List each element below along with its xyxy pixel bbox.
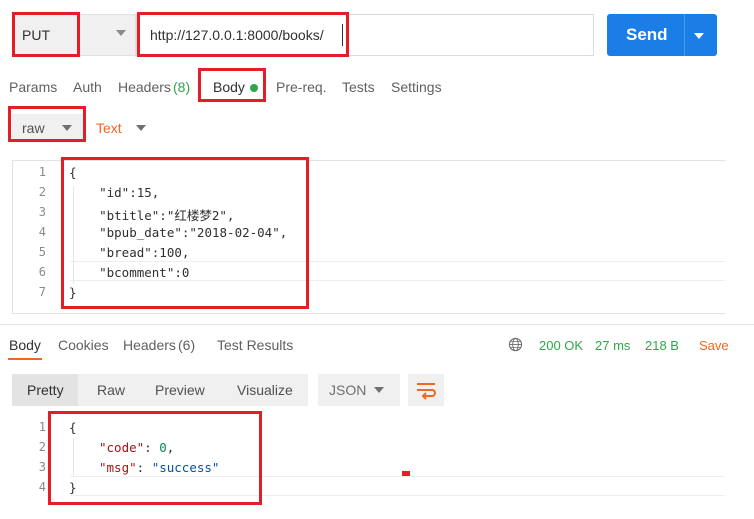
wrap-lines-icon (417, 383, 436, 400)
body-format-select[interactable]: Text (96, 120, 122, 136)
view-raw-button[interactable]: Raw (97, 382, 125, 398)
tab-tests[interactable]: Tests (342, 79, 375, 95)
tab-response-headers[interactable]: Headers (123, 337, 176, 353)
tab-response-body[interactable]: Body (9, 337, 41, 353)
send-divider (684, 14, 685, 56)
send-label: Send (626, 25, 668, 44)
line-number: 4 (38, 480, 46, 494)
response-size: 218 B (645, 338, 679, 353)
send-options-chevron-icon[interactable] (694, 33, 704, 39)
line-number: 3 (38, 205, 46, 219)
tab-settings[interactable]: Settings (391, 79, 442, 95)
tab-headers-count: (8) (173, 79, 191, 95)
section-divider (0, 324, 754, 325)
tab-response-headers-count: (6) (178, 337, 196, 353)
tab-pre-request[interactable]: Pre-req. (276, 79, 327, 95)
chevron-down-icon[interactable] (136, 125, 146, 131)
view-visualize-button[interactable]: Visualize (237, 382, 293, 398)
view-preview-button[interactable]: Preview (155, 382, 205, 398)
line-number: 2 (38, 185, 46, 199)
annotation-raw-box (8, 106, 86, 142)
chevron-down-icon[interactable] (116, 30, 126, 36)
line-number: 1 (38, 420, 46, 434)
tab-params[interactable]: Params (9, 79, 57, 95)
line-number: 2 (38, 440, 46, 454)
line-number: 1 (38, 165, 46, 179)
response-time: 27 ms (595, 338, 631, 353)
line-number: 7 (38, 285, 46, 299)
annotation-response-body-box (48, 411, 262, 505)
tab-headers[interactable]: Headers (118, 79, 171, 95)
save-response-button[interactable]: Save (699, 338, 729, 353)
globe-icon[interactable] (508, 337, 523, 352)
line-number: 5 (38, 245, 46, 259)
status-code: 200 OK (539, 338, 584, 353)
tab-auth[interactable]: Auth (73, 79, 102, 95)
annotation-mark (402, 471, 410, 476)
chevron-down-icon[interactable] (374, 387, 384, 393)
line-number: 6 (38, 265, 46, 279)
annotation-method-box (12, 12, 80, 57)
annotation-request-body-box (61, 157, 309, 309)
tab-cookies[interactable]: Cookies (58, 337, 109, 353)
tab-test-results[interactable]: Test Results (217, 337, 293, 353)
line-number: 4 (38, 225, 46, 239)
view-pretty-button[interactable]: Pretty (27, 382, 64, 398)
response-format-label: JSON (329, 382, 367, 398)
annotation-url-box (137, 12, 349, 57)
active-tab-underline (8, 358, 42, 360)
line-number: 3 (38, 460, 46, 474)
wrap-lines-button[interactable] (408, 374, 444, 406)
annotation-body-tab-box (198, 68, 266, 102)
